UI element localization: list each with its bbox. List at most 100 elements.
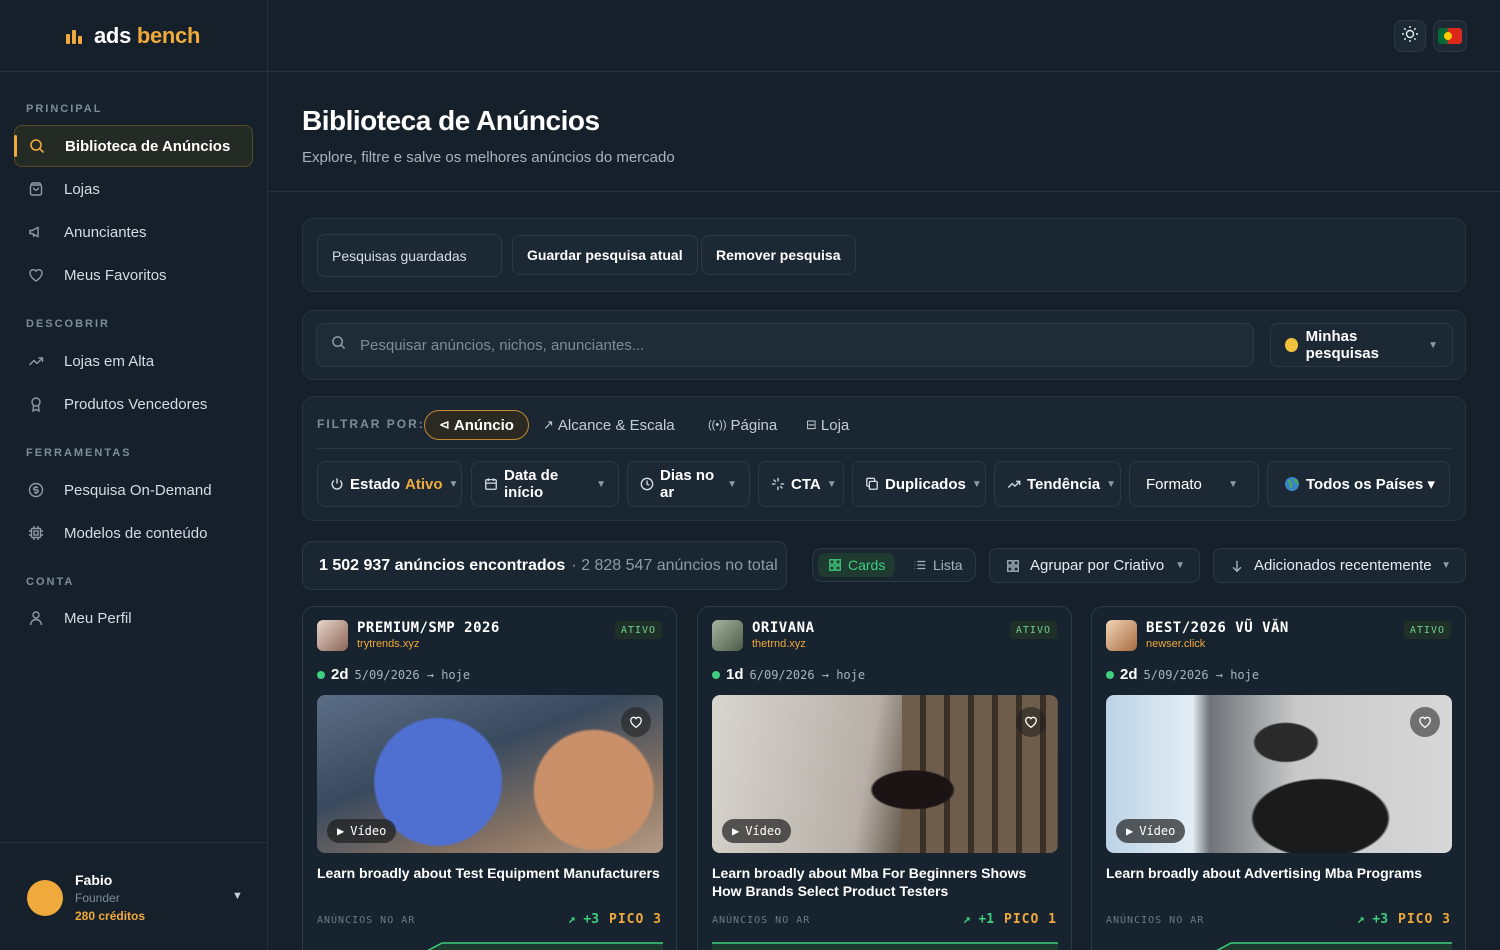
brand-accent: bench [136,22,201,48]
format-filter[interactable]: Formato ▼ [1129,461,1259,507]
trending-icon: ↗ [543,417,554,432]
sidebar-item-pesquisa-on-demand[interactable]: Pesquisa On-Demand [14,469,253,511]
sidebar-item-label: Anunciantes [64,223,147,241]
sidebar-item-modelos[interactable]: Modelos de conteúdo [14,512,253,554]
logo-bars-icon [66,28,82,44]
peak-value: PICO 3 [1398,912,1451,927]
chevron-down-icon[interactable]: ▼ [232,890,243,902]
duplicates-filter[interactable]: Duplicados ▼ [852,461,986,507]
language-button[interactable] [1433,20,1467,52]
ad-media-thumbnail[interactable]: ▶ Vídeo [712,695,1058,853]
view-list-button[interactable]: Lista [903,553,973,577]
nav-section-principal: PRINCIPAL [26,103,103,115]
avatar [27,880,63,916]
ad-title: Learn broadly about Mba For Beginners Sh… [712,865,1027,899]
group-by-dropdown[interactable]: Agrupar por Criativo ▼ [989,548,1200,583]
sidebar-item-lojas-em-alta[interactable]: Lojas em Alta [14,340,253,382]
sidebar-item-biblioteca[interactable]: Biblioteca de Anúncios [14,125,253,167]
calendar-icon [484,477,498,491]
ad-media-thumbnail[interactable]: ▶ Vídeo [317,695,663,853]
power-icon [330,477,344,491]
tab-loja[interactable]: ⊟ Loja [792,410,863,440]
favorite-heart-icon[interactable] [621,707,651,737]
logo[interactable]: ads bench [0,0,267,72]
broadcast-icon: ((•)) [708,419,727,431]
sidebar-item-meu-perfil[interactable]: Meu Perfil [14,597,253,639]
search-input[interactable] [360,336,1240,354]
sidebar-item-favoritos[interactable]: Meus Favoritos [14,254,253,296]
user-name: Fabio [75,872,113,888]
nav-section-conta: CONTA [26,576,75,588]
days-live-filter[interactable]: Dias no ar ▼ [627,461,750,507]
my-searches-dropdown[interactable]: Minhas pesquisas ▼ [1270,323,1453,367]
chip-icon [28,525,44,541]
ad-card[interactable]: PREMIUM/SMP 2026 trytrends.xyz ATIVO 2d 5… [302,606,677,950]
peak-value: PICO 3 [609,912,662,927]
advertiser-domain[interactable]: thetrnd.xyz [752,638,806,650]
sidebar-item-label: Meus Favoritos [64,266,167,284]
favorite-heart-icon[interactable] [1410,707,1440,737]
advertiser-avatar [317,620,348,651]
sidebar-item-label: Lojas [64,180,100,198]
view-toggle: Cards Lista [812,548,976,582]
advertiser-name[interactable]: ORIVANA [752,620,815,636]
status-badge: ATIVO [1403,621,1451,639]
sidebar-item-produtos-vencedores[interactable]: Produtos Vencedores [14,383,253,425]
run-duration: 1d 6/09/2026 → hoje [712,666,865,683]
page-title: Biblioteca de Anúncios [302,105,600,136]
sidebar-item-anunciantes[interactable]: Anunciantes [14,211,253,253]
nav-section-ferramentas: FERRAMENTAS [26,447,132,459]
cta-filter[interactable]: CTA ▼ [758,461,844,507]
ad-media-thumbnail[interactable]: ▶ Vídeo [1106,695,1452,853]
tab-alcance-escala[interactable]: ↗ Alcance & Escala [529,410,689,440]
sidebar-item-label: Biblioteca de Anúncios [65,137,231,155]
user-menu[interactable]: Fabio Founder 280 créditos ▼ [0,842,268,950]
ad-card[interactable]: BEST/2026 VŨ VĂN newser.click ATIVO 2d 5/… [1091,606,1466,950]
bag-icon [28,181,44,197]
sort-dropdown[interactable]: Adicionados recentemente ▼ [1213,548,1466,583]
bag-icon: ⊟ [806,417,817,432]
heart-icon [28,267,44,283]
advertiser-domain[interactable]: trytrends.xyz [357,638,419,650]
copy-icon [865,477,879,491]
view-cards-button[interactable]: Cards [818,553,896,577]
video-play-button[interactable]: ▶ Vídeo [722,819,792,843]
sidebar-item-lojas[interactable]: Lojas [14,168,253,210]
chevron-down-icon: ▼ [727,478,737,490]
divider [317,448,1451,449]
chevron-down-icon: ▼ [1441,560,1451,571]
active-dot [712,670,720,679]
chevron-down-icon: ▼ [1106,478,1116,490]
advertiser-name[interactable]: PREMIUM/SMP 2026 [357,620,500,636]
theme-toggle-button[interactable] [1394,20,1426,52]
sparkline-chart [712,942,1058,950]
chevron-down-icon: ▼ [1228,478,1238,490]
sidebar-item-label: Pesquisa On-Demand [64,481,212,499]
start-date-filter[interactable]: Data de início ▼ [471,461,619,507]
ad-title: Learn broadly about Advertising Mba Prog… [1106,865,1423,881]
favorite-heart-icon[interactable] [1016,707,1046,737]
top-bar [268,0,1500,72]
page-header: Biblioteca de Anúncios Explore, filtre e… [268,72,1500,192]
saved-searches-button[interactable]: Pesquisas guardadas [317,234,502,277]
ad-card[interactable]: ORIVANA thetrnd.xyz ATIVO 1d 6/09/2026 → … [697,606,1072,950]
video-play-button[interactable]: ▶ Vídeo [327,819,397,843]
search-icon [29,138,45,154]
countries-filter[interactable]: Todos os Países ▾ [1267,461,1450,507]
advertiser-domain[interactable]: newser.click [1146,638,1205,650]
status-filter[interactable]: Estado Ativo ▼ [317,461,462,507]
advertiser-name[interactable]: BEST/2026 VŨ VĂN [1146,620,1289,636]
remove-search-button[interactable]: Remover pesquisa [701,235,856,275]
search-box[interactable] [316,323,1254,367]
tab-anuncio[interactable]: ⊲ Anúncio [424,410,529,440]
nav-section-descobrir: DESCOBRIR [26,318,111,330]
active-dot [317,670,325,679]
list-icon [913,558,927,572]
save-current-search-button[interactable]: Guardar pesquisa atual [512,235,698,275]
trend-filter[interactable]: Tendência ▼ [994,461,1121,507]
search-icon [331,335,346,355]
ad-stats: ↗ +3 PICO 3 [1357,912,1451,927]
tab-pagina[interactable]: ((•)) Página [694,410,791,440]
chevron-down-icon: ▼ [971,478,982,490]
video-play-button[interactable]: ▶ Vídeo [1116,819,1186,843]
